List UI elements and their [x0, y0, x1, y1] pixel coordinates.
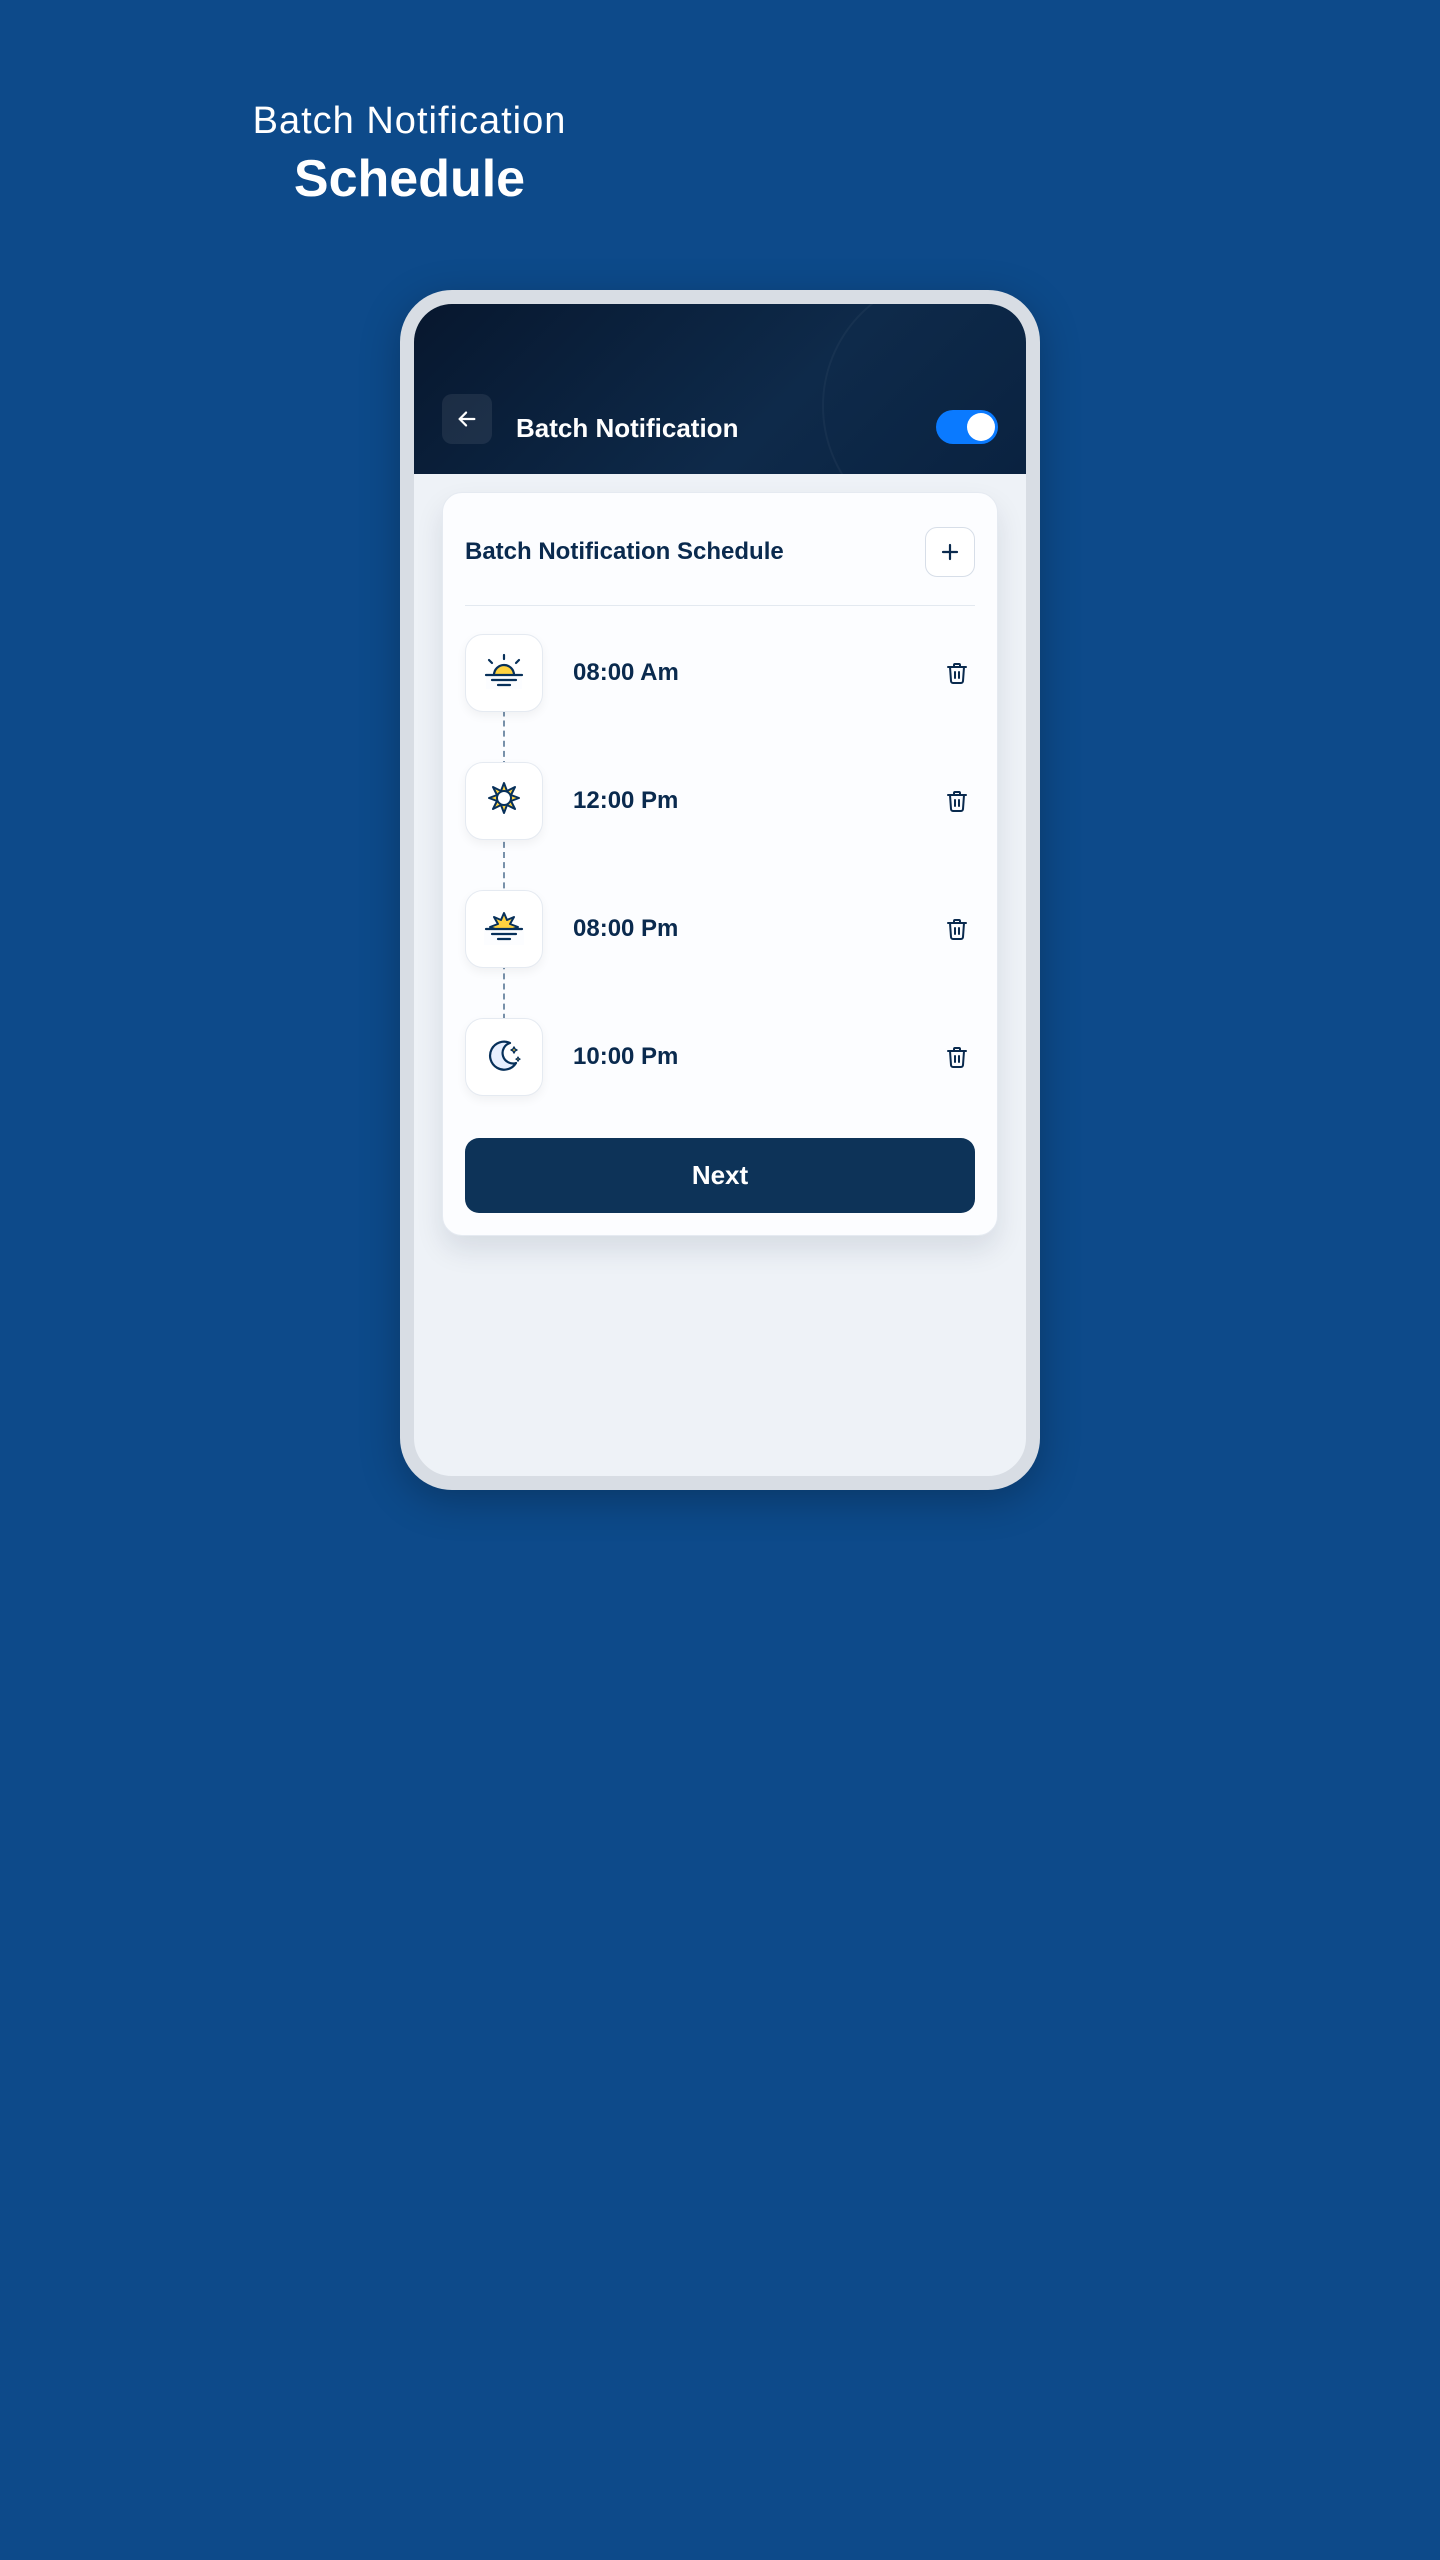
schedule-item: 10:00 Pm	[465, 1018, 975, 1096]
delete-schedule-button[interactable]	[939, 655, 975, 691]
trash-icon	[945, 788, 969, 814]
delete-schedule-button[interactable]	[939, 1039, 975, 1075]
card-header: Batch Notification Schedule	[465, 527, 975, 577]
timeline-line	[503, 670, 505, 1040]
time-icon-box	[465, 1018, 543, 1096]
schedule-time: 12:00 Pm	[573, 787, 939, 815]
trash-icon	[945, 916, 969, 942]
arrow-left-icon	[456, 408, 478, 430]
schedule-item: 08:00 Pm	[465, 890, 975, 968]
delete-schedule-button[interactable]	[939, 911, 975, 947]
notification-toggle[interactable]	[936, 410, 998, 444]
toggle-knob	[967, 413, 995, 441]
page-title-line1: Batch Notification	[0, 100, 819, 143]
sunset-icon	[480, 905, 528, 953]
time-icon-box	[465, 634, 543, 712]
schedule-time: 10:00 Pm	[573, 1043, 939, 1071]
page-title-line2: Schedule	[0, 149, 819, 209]
plus-icon	[938, 540, 962, 564]
schedule-item: 12:00 Pm	[465, 762, 975, 840]
schedule-item: 08:00 Am	[465, 634, 975, 712]
moon-icon	[480, 1033, 528, 1081]
app-header: Batch Notification	[414, 304, 1026, 474]
phone-frame: Batch Notification Batch Notification Sc…	[400, 290, 1040, 1490]
time-icon-box	[465, 762, 543, 840]
page-heading: Batch Notification Schedule	[0, 0, 819, 209]
header-title: Batch Notification	[516, 413, 936, 444]
schedule-card: Batch Notification Schedule	[442, 492, 998, 1236]
schedule-list: 08:00 Am 12:00 Pm	[465, 606, 975, 1104]
card-title: Batch Notification Schedule	[465, 538, 784, 566]
delete-schedule-button[interactable]	[939, 783, 975, 819]
time-icon-box	[465, 890, 543, 968]
sunrise-icon	[480, 649, 528, 697]
back-button[interactable]	[442, 394, 492, 444]
schedule-time: 08:00 Pm	[573, 915, 939, 943]
trash-icon	[945, 1044, 969, 1070]
next-button[interactable]: Next	[465, 1138, 975, 1213]
sun-icon	[480, 777, 528, 825]
schedule-time: 08:00 Am	[573, 659, 939, 687]
trash-icon	[945, 660, 969, 686]
